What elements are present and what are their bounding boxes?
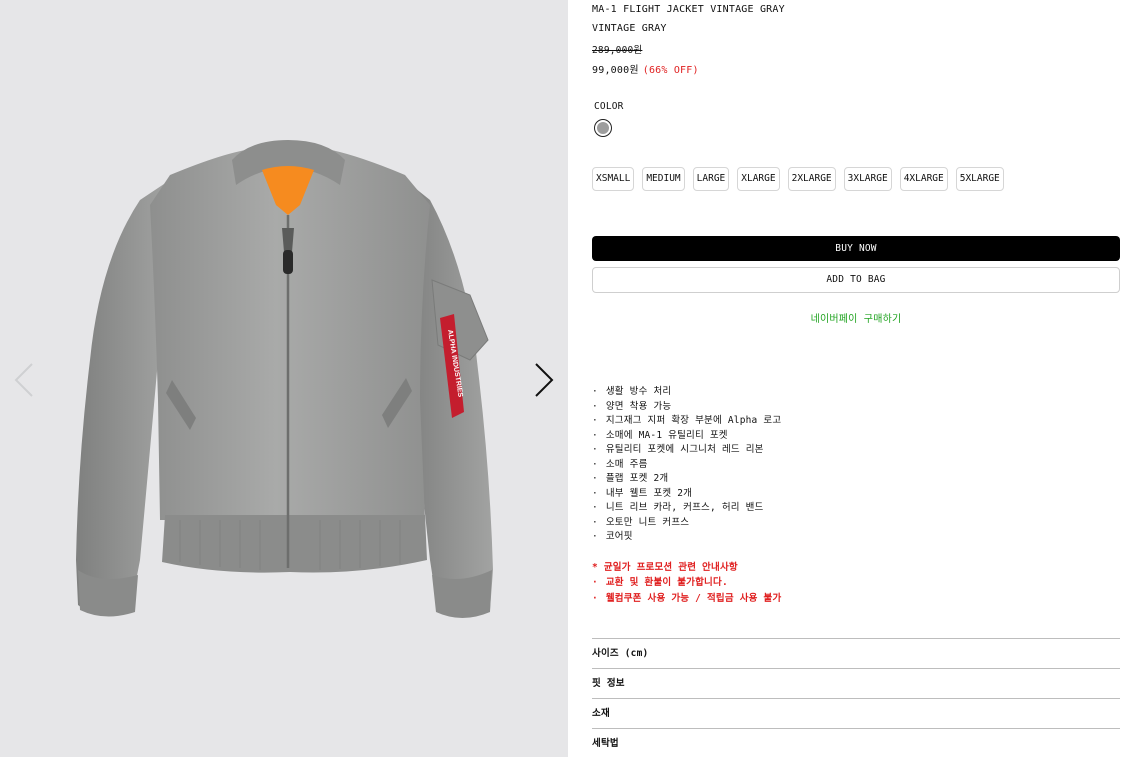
prev-image-arrow-icon[interactable] xyxy=(10,360,38,400)
accordion-size-chart[interactable]: 사이즈 (cm) xyxy=(592,638,1120,668)
size-option-4xlarge[interactable]: 4XLARGE xyxy=(899,167,948,191)
promo-notice-list: 교환 및 환불이 불가합니다. 웰컴쿠폰 사용 가능 / 적립금 사용 불가 xyxy=(592,575,781,607)
size-option-xsmall[interactable]: XSMALL xyxy=(592,167,635,191)
size-option-3xlarge[interactable]: 3XLARGE xyxy=(843,167,892,191)
original-price: 289,000원 xyxy=(592,45,643,56)
add-to-bag-button[interactable]: ADD TO BAG xyxy=(592,267,1120,293)
feature-item: 소매 주름 xyxy=(592,458,781,473)
feature-item: 지그재그 지퍼 확장 부분에 Alpha 로고 xyxy=(592,414,781,429)
feature-item: 코어핏 xyxy=(592,530,781,545)
buy-now-button[interactable]: BUY NOW xyxy=(592,236,1120,261)
size-option-medium[interactable]: MEDIUM xyxy=(642,167,685,191)
feature-item: 유틸리티 포켓에 시그니처 레드 리본 xyxy=(592,443,781,458)
feature-item: 니트 리브 카라, 커프스, 허리 밴드 xyxy=(592,501,781,516)
product-image-gallery: ALPHA INDUSTRIES xyxy=(0,0,568,757)
size-options: XSMALL MEDIUM LARGE XLARGE 2XLARGE 3XLAR… xyxy=(592,167,1004,191)
price-row: 99,000원 (66% OFF) xyxy=(592,61,699,76)
product-image: ALPHA INDUSTRIES xyxy=(76,140,493,618)
accordion-fit-info[interactable]: 핏 정보 xyxy=(592,668,1120,698)
sale-price: 99,000원 xyxy=(592,65,639,76)
size-option-2xlarge[interactable]: 2XLARGE xyxy=(787,167,836,191)
next-image-arrow-icon[interactable] xyxy=(530,360,558,400)
feature-list: 생활 방수 처리 양면 착용 가능 지그재그 지퍼 확장 부분에 Alpha 로… xyxy=(592,385,781,545)
size-option-large[interactable]: LARGE xyxy=(692,167,730,191)
promo-notice-title: * 균일가 프로모션 관련 안내사항 xyxy=(592,562,738,573)
color-label: COLOR xyxy=(594,101,624,112)
info-accordion: 사이즈 (cm) 핏 정보 소재 세탁법 xyxy=(592,638,1120,757)
product-color-name: VINTAGE GRAY xyxy=(592,23,667,34)
color-swatch-vintage-gray[interactable] xyxy=(594,119,612,137)
feature-item: 소매에 MA-1 유틸리티 포켓 xyxy=(592,429,781,444)
accordion-material[interactable]: 소재 xyxy=(592,698,1120,728)
promo-notice-item: 웰컴쿠폰 사용 가능 / 적립금 사용 불가 xyxy=(592,591,781,607)
feature-item: 오토만 니트 커프스 xyxy=(592,516,781,531)
feature-item: 내부 웰트 포켓 2개 xyxy=(592,487,781,502)
product-title: MA-1 FLIGHT JACKET VINTAGE GRAY xyxy=(592,4,785,15)
discount-badge: (66% OFF) xyxy=(642,65,699,76)
accordion-care[interactable]: 세탁법 xyxy=(592,728,1120,757)
size-option-5xlarge[interactable]: 5XLARGE xyxy=(955,167,1004,191)
naverpay-link[interactable]: 네이버페이 구매하기 xyxy=(592,310,1120,325)
feature-item: 양면 착용 가능 xyxy=(592,400,781,415)
promo-notice-item: 교환 및 환불이 불가합니다. xyxy=(592,575,781,591)
feature-item: 생활 방수 처리 xyxy=(592,385,781,400)
size-option-xlarge[interactable]: XLARGE xyxy=(737,167,780,191)
feature-item: 플랩 포켓 2개 xyxy=(592,472,781,487)
